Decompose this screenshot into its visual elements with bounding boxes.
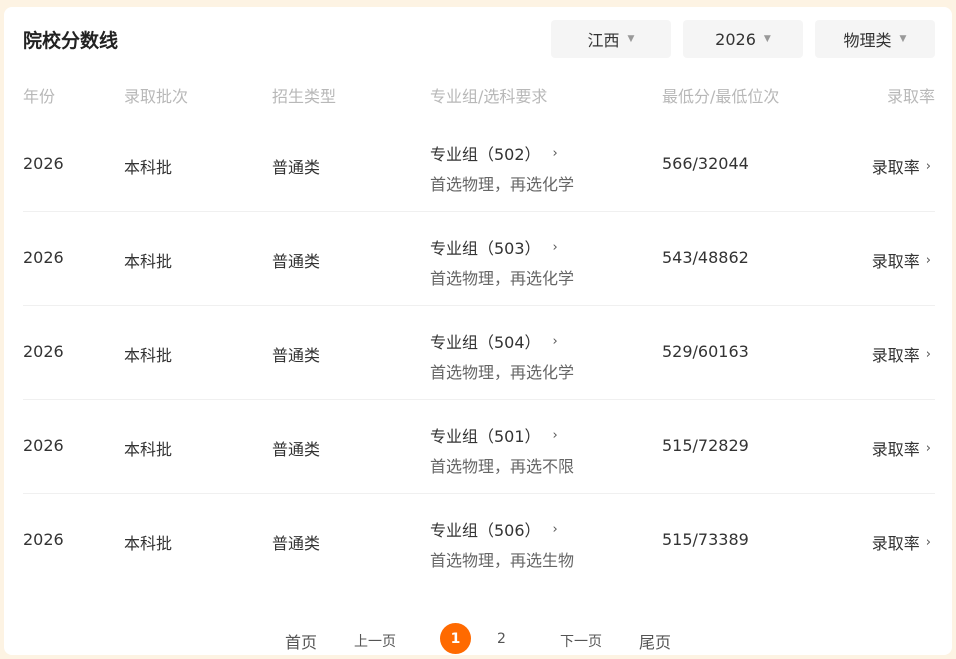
group-cell: 专业组（504） › 首选物理，再选化学 [430,329,574,383]
batch-cell: 本科批 [124,158,173,177]
pagination: 首页 上一页 1 2 下一页 尾页 [4,615,952,654]
admission-rate-link[interactable]: 录取率 › [872,436,931,460]
subject-requirement: 首选物理，再选化学 [430,175,575,194]
chevron-right-icon: › [925,440,931,456]
column-header-rate: 录取率 [886,87,935,106]
caret-down-icon: ▼ [627,34,635,44]
subject-requirement: 首选物理，再选化学 [430,269,575,288]
score-cell: 515/73389 [662,530,749,549]
batch-cell: 本科批 [124,440,173,459]
batch-cell: 本科批 [124,346,173,365]
last-page-button[interactable]: 尾页 [639,629,671,653]
batch-cell: 本科批 [124,252,173,271]
chevron-right-icon: › [552,239,558,255]
type-cell: 普通类 [272,252,321,271]
table-row: 2026 本科批 普通类 专业组（502） › 首选物理，再选化学 566/32… [23,118,935,212]
chevron-right-icon: › [925,252,931,268]
chevron-right-icon: › [925,534,931,550]
group-label: 专业组（501） [430,427,541,446]
group-link[interactable]: 专业组（501） › [430,423,574,447]
subject-requirement: 首选物理，再选生物 [430,551,575,570]
column-header-batch: 录取批次 [124,87,189,106]
year-cell: 2026 [23,342,64,361]
type-cell: 普通类 [272,346,321,365]
subject-requirement: 首选物理，再选化学 [430,363,575,382]
admission-rate-link[interactable]: 录取率 › [872,342,931,366]
group-link[interactable]: 专业组（506） › [430,517,574,541]
type-cell: 普通类 [272,534,321,553]
table-row: 2026 本科批 普通类 专业组（501） › 首选物理，再选不限 515/72… [23,400,935,494]
table-header: 年份 录取批次 招生类型 专业组/选科要求 最低分/最低位次 录取率 [23,83,935,107]
year-cell: 2026 [23,530,64,549]
subject-type-value: 物理类 [843,31,892,50]
table-row: 2026 本科批 普通类 专业组（506） › 首选物理，再选生物 515/73… [23,494,935,587]
score-line-card: 院校分数线 江西 ▼ 2026 ▼ 物理类 ▼ 年份 录取批次 招生类型 专业组… [4,7,952,655]
subject-type-select[interactable]: 物理类 ▼ [815,20,935,58]
group-label: 专业组（506） [430,521,541,540]
admission-rate-link[interactable]: 录取率 › [872,530,931,554]
type-cell: 普通类 [272,440,321,459]
group-link[interactable]: 专业组（502） › [430,141,574,165]
year-cell: 2026 [23,154,64,173]
chevron-right-icon: › [552,333,558,349]
score-cell: 566/32044 [662,154,749,173]
admission-rate-link[interactable]: 录取率 › [872,154,931,178]
chevron-right-icon: › [925,158,931,174]
group-link[interactable]: 专业组（503） › [430,235,574,259]
chevron-right-icon: › [552,427,558,443]
group-link[interactable]: 专业组（504） › [430,329,574,353]
score-cell: 543/48862 [662,248,749,267]
admission-rate-label: 录取率 [871,534,920,553]
caret-down-icon: ▼ [899,34,907,44]
chevron-right-icon: › [552,145,558,161]
group-label: 专业组（502） [430,145,541,164]
admission-rate-label: 录取率 [871,158,920,177]
year-cell: 2026 [23,436,64,455]
table-body: 2026 本科批 普通类 专业组（502） › 首选物理，再选化学 566/32… [23,118,935,587]
year-cell: 2026 [23,248,64,267]
admission-rate-label: 录取率 [871,346,920,365]
admission-rate-label: 录取率 [871,252,920,271]
column-header-year: 年份 [23,87,56,106]
year-value: 2026 [715,29,756,49]
province-select[interactable]: 江西 ▼ [551,20,671,58]
group-cell: 专业组（506） › 首选物理，再选生物 [430,517,574,571]
first-page-button[interactable]: 首页 [285,629,317,653]
group-cell: 专业组（501） › 首选物理，再选不限 [430,423,574,477]
table-row: 2026 本科批 普通类 专业组（503） › 首选物理，再选化学 543/48… [23,212,935,306]
province-value: 江西 [587,31,620,50]
caret-down-icon: ▼ [763,34,771,44]
column-header-group: 专业组/选科要求 [430,87,548,106]
column-header-score: 最低分/最低位次 [662,87,780,106]
next-page-button[interactable]: 下一页 [560,631,602,651]
prev-page-button[interactable]: 上一页 [354,631,396,651]
admission-rate-label: 录取率 [871,440,920,459]
year-select[interactable]: 2026 ▼ [683,20,803,58]
type-cell: 普通类 [272,158,321,177]
batch-cell: 本科批 [124,534,173,553]
group-cell: 专业组（503） › 首选物理，再选化学 [430,235,574,289]
filter-bar: 江西 ▼ 2026 ▼ 物理类 ▼ [551,20,935,58]
subject-requirement: 首选物理，再选不限 [430,457,575,476]
chevron-right-icon: › [552,521,558,537]
group-cell: 专业组（502） › 首选物理，再选化学 [430,141,574,195]
page-2-button[interactable]: 2 [497,631,506,647]
page-1-button[interactable]: 1 [440,623,471,654]
table-row: 2026 本科批 普通类 专业组（504） › 首选物理，再选化学 529/60… [23,306,935,400]
admission-rate-link[interactable]: 录取率 › [872,248,931,272]
score-cell: 515/72829 [662,436,749,455]
score-cell: 529/60163 [662,342,749,361]
group-label: 专业组（504） [430,333,541,352]
group-label: 专业组（503） [430,239,541,258]
page-title: 院校分数线 [23,30,119,52]
column-header-type: 招生类型 [272,87,337,106]
chevron-right-icon: › [925,346,931,362]
